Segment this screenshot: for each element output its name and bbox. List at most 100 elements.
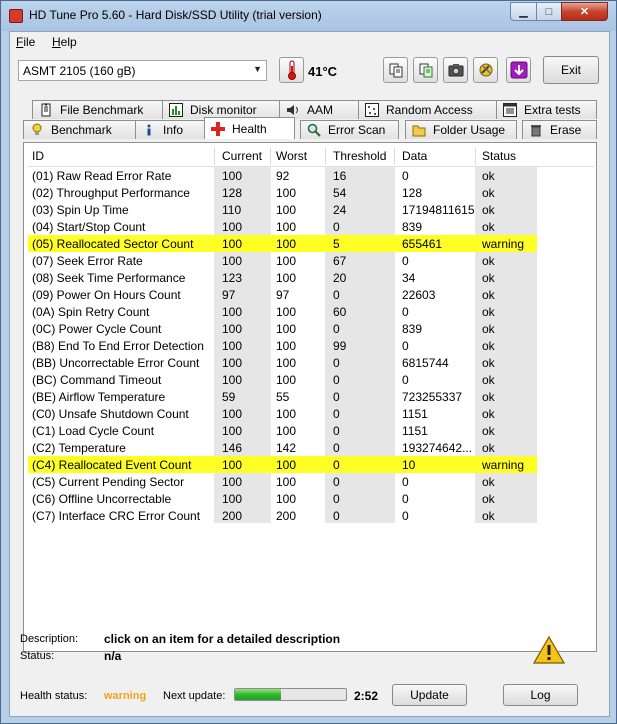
tab-file-benchmark-label: File Benchmark bbox=[60, 103, 144, 117]
table-row[interactable]: (C5) Current Pending Sector 100 100 0 0 ok bbox=[28, 473, 594, 490]
table-row[interactable]: (0A) Spin Retry Count 100 100 60 0 ok bbox=[28, 303, 594, 320]
cell-worst: 100 bbox=[276, 322, 297, 336]
header-id[interactable]: ID bbox=[32, 149, 44, 163]
tab-strip: File Benchmark Disk monitor AAM Random A… bbox=[10, 92, 609, 142]
chevron-down-icon: ▼ bbox=[253, 64, 262, 74]
tab-benchmark[interactable]: Benchmark bbox=[23, 120, 136, 139]
trash-icon bbox=[531, 125, 541, 137]
cell-id: (C2) Temperature bbox=[32, 441, 126, 455]
table-row[interactable]: (C1) Load Cycle Count 100 100 0 1151 ok bbox=[28, 422, 594, 439]
cell-current: 128 bbox=[222, 186, 243, 200]
update-button[interactable]: Update bbox=[392, 684, 467, 706]
copy-info-button[interactable] bbox=[383, 57, 408, 83]
table-row[interactable]: (09) Power On Hours Count 97 97 0 22603 ok bbox=[28, 286, 594, 303]
table-row[interactable]: (B8) End To End Error Detection 100 100 99 0… bbox=[28, 337, 594, 354]
cell-worst: 100 bbox=[276, 373, 297, 387]
extra-tests-icon bbox=[503, 103, 517, 117]
cell-status: ok bbox=[482, 424, 495, 438]
header-threshold[interactable]: Threshold bbox=[333, 149, 386, 163]
table-row[interactable]: (08) Seek Time Performance 123 100 20 34 ok bbox=[28, 269, 594, 286]
table-row[interactable]: (BC) Command Timeout 100 100 0 0 ok bbox=[28, 371, 594, 388]
header-current[interactable]: Current bbox=[222, 149, 262, 163]
table-row[interactable]: (01) Raw Read Error Rate 100 92 16 0 ok bbox=[28, 167, 594, 184]
cell-id: (B8) End To End Error Detection bbox=[32, 339, 204, 353]
menu-file-label: ile bbox=[23, 35, 36, 49]
cell-status: ok bbox=[482, 492, 495, 506]
cell-threshold: 99 bbox=[333, 339, 347, 353]
table-row[interactable]: (05) Reallocated Sector Count 100 100 5 6554… bbox=[28, 235, 594, 252]
tab-extra-tests-label: Extra tests bbox=[524, 103, 581, 117]
maximize-button[interactable]: □ bbox=[536, 2, 562, 21]
cell-threshold: 60 bbox=[333, 305, 347, 319]
cell-current: 100 bbox=[222, 339, 243, 353]
thermometer-button[interactable] bbox=[279, 57, 304, 83]
cell-data: 6815744 bbox=[402, 356, 449, 370]
table-row[interactable]: (BB) Uncorrectable Error Count 100 100 0 681… bbox=[28, 354, 594, 371]
close-icon: ✕ bbox=[579, 6, 590, 18]
copy-all-button[interactable] bbox=[413, 57, 438, 83]
title-bar[interactable]: HD Tune Pro 5.60 - Hard Disk/SSD Utility… bbox=[1, 1, 617, 31]
tab-error-scan[interactable]: Error Scan bbox=[300, 120, 399, 139]
close-button[interactable]: ✕ bbox=[561, 2, 608, 21]
save-button[interactable] bbox=[506, 57, 531, 83]
tab-erase[interactable]: Erase bbox=[522, 120, 597, 139]
cell-status: ok bbox=[482, 407, 495, 421]
drive-select-value: ASMT 2105 (160 gB) bbox=[23, 64, 136, 78]
cell-status: ok bbox=[482, 390, 495, 404]
screenshot-button[interactable] bbox=[443, 57, 468, 83]
table-row[interactable]: (C4) Reallocated Event Count 100 100 0 10 war… bbox=[28, 456, 594, 473]
table-row[interactable]: (C7) Interface CRC Error Count 200 200 0 0 ok bbox=[28, 507, 594, 524]
header-divider[interactable] bbox=[214, 147, 215, 165]
log-button[interactable]: Log bbox=[503, 684, 578, 706]
header-divider[interactable] bbox=[475, 147, 476, 165]
tab-disk-monitor-label: Disk monitor bbox=[190, 103, 257, 117]
minimize-button[interactable]: ▁ bbox=[510, 2, 537, 21]
tab-health-label: Health bbox=[232, 121, 267, 136]
tab-health[interactable]: Health bbox=[204, 117, 295, 139]
cell-worst: 100 bbox=[276, 407, 297, 421]
table-row[interactable]: (07) Seek Error Rate 100 100 67 0 ok bbox=[28, 252, 594, 269]
file-benchmark-icon bbox=[41, 103, 51, 117]
cell-id: (BB) Uncorrectable Error Count bbox=[32, 356, 200, 370]
table-row[interactable]: (02) Throughput Performance 128 100 54 128 ok bbox=[28, 184, 594, 201]
table-row[interactable]: (C0) Unsafe Shutdown Count 100 100 0 1151 ok bbox=[28, 405, 594, 422]
cell-data: 0 bbox=[402, 475, 409, 489]
header-status[interactable]: Status bbox=[482, 149, 516, 163]
cell-worst: 100 bbox=[276, 475, 297, 489]
exit-button[interactable]: Exit bbox=[543, 56, 599, 84]
cell-worst: 100 bbox=[276, 186, 297, 200]
menu-help[interactable]: Help bbox=[52, 35, 77, 49]
table-row[interactable]: (04) Start/Stop Count 100 100 0 839 ok bbox=[28, 218, 594, 235]
menu-file[interactable]: File bbox=[16, 35, 35, 49]
header-worst[interactable]: Worst bbox=[276, 149, 307, 163]
drive-select[interactable]: ASMT 2105 (160 gB) ▼ bbox=[18, 60, 267, 81]
tab-folder-usage[interactable]: Folder Usage bbox=[405, 120, 517, 139]
header-divider[interactable] bbox=[325, 147, 326, 165]
copy-all-icon bbox=[419, 63, 432, 78]
tab-file-benchmark[interactable]: File Benchmark bbox=[32, 100, 163, 119]
header-divider[interactable] bbox=[394, 147, 395, 165]
cell-threshold: 0 bbox=[333, 322, 340, 336]
tab-random-access[interactable]: Random Access bbox=[358, 100, 497, 119]
table-row[interactable]: (03) Spin Up Time 110 100 24 17194811615 ok bbox=[28, 201, 594, 218]
cell-threshold: 16 bbox=[333, 169, 347, 183]
speaker-icon bbox=[287, 105, 298, 115]
table-row[interactable]: (C2) Temperature 146 142 0 193274642... ok bbox=[28, 439, 594, 456]
table-row[interactable]: (C6) Offline Uncorrectable 100 100 0 0 ok bbox=[28, 490, 594, 507]
header-data[interactable]: Data bbox=[402, 149, 427, 163]
cell-status: ok bbox=[482, 322, 495, 336]
cell-worst: 97 bbox=[276, 288, 290, 302]
cell-status: ok bbox=[482, 271, 495, 285]
options-button[interactable] bbox=[473, 57, 498, 83]
header-divider[interactable] bbox=[270, 147, 271, 165]
table-row[interactable]: (BE) Airflow Temperature 59 55 0 723255337 ok bbox=[28, 388, 594, 405]
countdown-timer: 2:52 bbox=[354, 689, 379, 703]
status-value: n/a bbox=[104, 649, 122, 663]
cell-data: 0 bbox=[402, 305, 409, 319]
cell-worst: 100 bbox=[276, 356, 297, 370]
tab-info[interactable]: Info bbox=[135, 120, 205, 139]
table-row[interactable]: (0C) Power Cycle Count 100 100 0 839 ok bbox=[28, 320, 594, 337]
tab-extra-tests[interactable]: Extra tests bbox=[496, 100, 597, 119]
cell-worst: 100 bbox=[276, 339, 297, 353]
cell-id: (01) Raw Read Error Rate bbox=[32, 169, 172, 183]
